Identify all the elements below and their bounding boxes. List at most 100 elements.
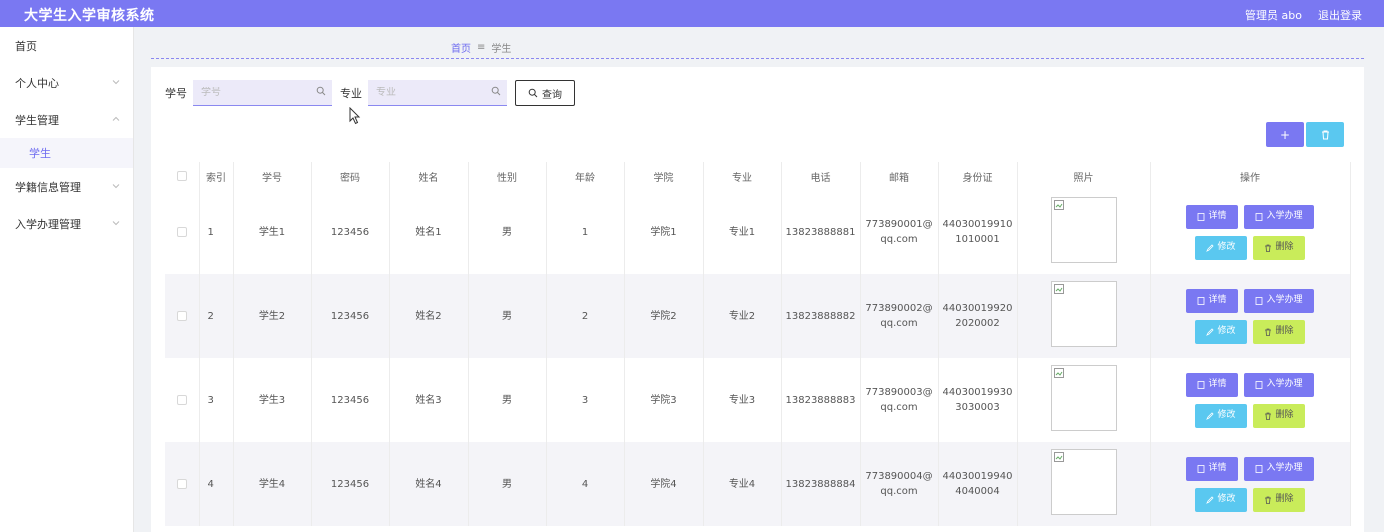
sidebar-item-enrollment-info[interactable]: 学籍信息管理 — [0, 168, 133, 205]
sidebar-item-personal-center[interactable]: 个人中心 — [0, 64, 133, 101]
name-cell: 姓名4 — [389, 442, 469, 526]
table-body: 1 学生1 123456 姓名1 男 1 学院1 专业1 13823888881 77389000… — [165, 190, 1351, 526]
gender-cell: 男 — [468, 190, 547, 274]
name-cell: 姓名1 — [389, 190, 469, 274]
major-input[interactable] — [376, 87, 486, 98]
photo-cell — [1017, 190, 1151, 274]
row-checkbox[interactable] — [176, 310, 187, 321]
detail-button[interactable]: 详情 — [1186, 456, 1238, 481]
admit-button-label: 入学办理 — [1266, 211, 1303, 221]
id-card-line: 44030019940 — [942, 471, 1013, 482]
search-icon — [316, 86, 326, 96]
detail-button[interactable]: 详情 — [1186, 288, 1238, 313]
content-panel: 学号 专业 查询 + — [151, 67, 1364, 532]
edit-button-label: 修改 — [1217, 326, 1236, 336]
user-label[interactable]: 管理员 abo — [1245, 7, 1302, 23]
edit-button-label: 修改 — [1217, 494, 1236, 504]
sidebar-subitem-student[interactable]: 学生 — [0, 138, 133, 168]
id-card-line: 2020002 — [955, 318, 1000, 329]
query-button[interactable]: 查询 — [515, 80, 575, 106]
sidebar-item-admission-management[interactable]: 入学办理管理 — [0, 205, 133, 242]
operations-cell: 详情 入学办理修改 删除 — [1150, 358, 1351, 442]
row-checkbox[interactable] — [176, 478, 187, 489]
sidebar-item-label: 学生管理 — [15, 113, 59, 127]
email-line: 773890003@ — [865, 387, 933, 398]
column-header: 学号 — [233, 162, 312, 190]
row-checkbox[interactable] — [176, 394, 187, 405]
college-cell: 学院3 — [624, 358, 704, 442]
edit-button[interactable]: 修改 — [1195, 403, 1247, 428]
phone-cell: 13823888884 — [781, 442, 861, 526]
divider — [151, 58, 1364, 59]
index-cell: 4 — [199, 442, 234, 526]
sidebar-item-label: 首页 — [15, 39, 37, 53]
pencil-icon — [1206, 327, 1215, 336]
document-icon — [1256, 212, 1263, 221]
sidebar-item-student-management[interactable]: 学生管理 — [0, 101, 133, 138]
edit-button-label: 修改 — [1217, 410, 1236, 420]
column-header: 姓名 — [389, 162, 469, 190]
detail-button[interactable]: 详情 — [1186, 204, 1238, 229]
id-card-cell: 44030019930 3030003 — [938, 358, 1018, 442]
delete-button[interactable]: 删除 — [1253, 487, 1305, 512]
delete-button[interactable]: 删除 — [1253, 319, 1305, 344]
row-actions-bottom: 修改 删除 — [1195, 235, 1305, 260]
select-all-checkbox[interactable] — [176, 170, 187, 181]
column-header: 密码 — [311, 162, 390, 190]
row-actions-bottom: 修改 删除 — [1195, 487, 1305, 512]
edit-button[interactable]: 修改 — [1195, 319, 1247, 344]
column-header: 年龄 — [546, 162, 625, 190]
phone-cell: 13823888883 — [781, 358, 861, 442]
batch-delete-button[interactable] — [1306, 122, 1344, 147]
breadcrumb-home[interactable]: 首页 — [451, 40, 471, 55]
breadcrumb: 首页 ≡ 学生 — [451, 40, 511, 55]
photo-cell — [1017, 358, 1151, 442]
edit-button[interactable]: 修改 — [1195, 235, 1247, 260]
admit-button[interactable]: 入学办理 — [1244, 204, 1314, 229]
edit-button[interactable]: 修改 — [1195, 487, 1247, 512]
student-no-cell: 学生4 — [233, 442, 312, 526]
sidebar-item-home[interactable]: 首页 — [0, 27, 133, 64]
admit-button[interactable]: 入学办理 — [1244, 456, 1314, 481]
query-button-label: 查询 — [542, 89, 562, 101]
student-no-search — [193, 80, 332, 106]
select-all-cell — [165, 162, 200, 190]
admit-button-label: 入学办理 — [1266, 295, 1303, 305]
delete-button[interactable]: 删除 — [1253, 235, 1305, 260]
document-icon — [1256, 296, 1263, 305]
email-cell: 773890004@ qq.com — [860, 442, 939, 526]
row-select-cell — [165, 274, 200, 358]
logout-link[interactable]: 退出登录 — [1318, 7, 1362, 23]
table-row: 1 学生1 123456 姓名1 男 1 学院1 专业1 13823888881 77389000… — [165, 190, 1351, 274]
row-select-cell — [165, 442, 200, 526]
email-line: qq.com — [880, 402, 918, 413]
gender-cell: 男 — [468, 358, 547, 442]
index-cell: 1 — [199, 190, 234, 274]
delete-button[interactable]: 删除 — [1253, 403, 1305, 428]
detail-button[interactable]: 详情 — [1186, 372, 1238, 397]
table-row: 3 学生3 123456 姓名3 男 3 学院3 专业3 13823888883 77389000… — [165, 358, 1351, 442]
row-actions: 详情 入学办理修改 删除 — [1151, 288, 1350, 344]
major-cell: 专业1 — [703, 190, 782, 274]
admit-button[interactable]: 入学办理 — [1244, 372, 1314, 397]
student-no-input[interactable] — [201, 87, 311, 98]
id-card-line: 3030003 — [955, 402, 1000, 413]
chevron-up-icon — [111, 114, 121, 124]
gender-cell: 男 — [468, 442, 547, 526]
table-row: 2 学生2 123456 姓名2 男 2 学院2 专业2 13823888882 77389000… — [165, 274, 1351, 358]
main-content: 首页 ≡ 学生 学号 专业 查询 + — [136, 27, 1384, 532]
index-cell: 2 — [199, 274, 234, 358]
student-photo — [1050, 280, 1117, 347]
admit-button[interactable]: 入学办理 — [1244, 288, 1314, 313]
id-card-cell: 44030019910 1010001 — [938, 190, 1018, 274]
id-card-cell: 44030019940 4040004 — [938, 442, 1018, 526]
email-line: qq.com — [880, 234, 918, 245]
college-cell: 学院2 — [624, 274, 704, 358]
detail-button-label: 详情 — [1208, 463, 1227, 473]
add-button[interactable]: + — [1266, 122, 1304, 147]
email-line: qq.com — [880, 486, 918, 497]
admit-button-label: 入学办理 — [1266, 379, 1303, 389]
email-cell: 773890002@ qq.com — [860, 274, 939, 358]
broken-image-icon — [1053, 283, 1064, 294]
row-checkbox[interactable] — [176, 226, 187, 237]
